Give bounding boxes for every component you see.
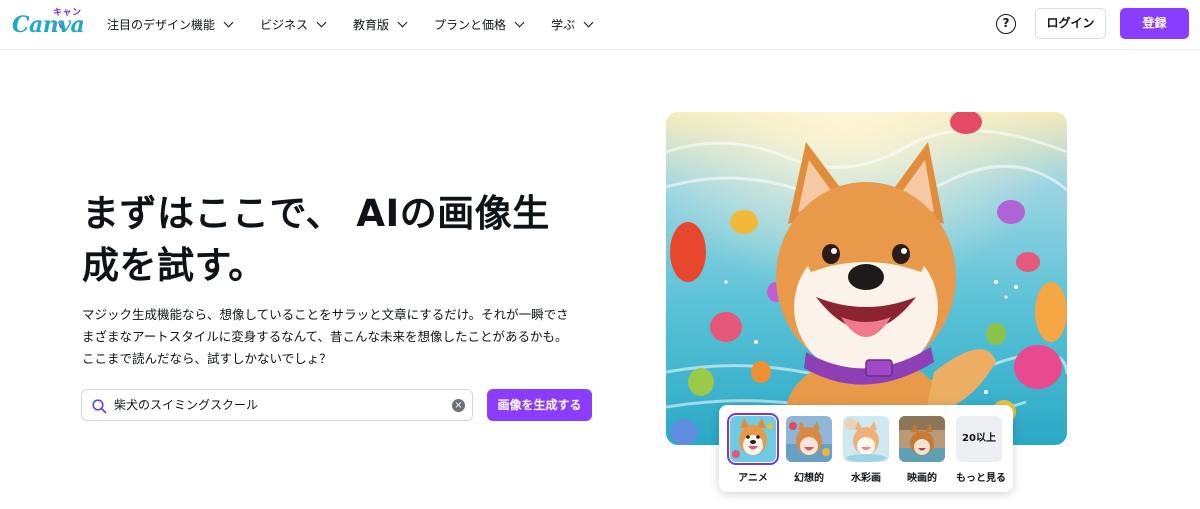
style-label: アニメ [738,473,768,484]
login-button[interactable]: ログイン [1035,8,1106,39]
generated-shiba-image [666,112,1067,445]
nav-item-learn[interactable]: 学ぶ [551,0,594,48]
main-nav: 注目のデザイン機能 ビジネス 教育版 プランと価格 学ぶ [107,0,620,48]
style-option-fantasy[interactable]: 幻想的 [786,416,832,484]
nav-item-education[interactable]: 教育版 [353,0,408,48]
description-line: ここまで読んだなら、試すしかないでしょ？ [82,351,332,366]
style-label: 映画的 [907,473,937,484]
chevron-down-icon [514,17,525,27]
nav-item-label: 注目のデザイン機能 [107,17,216,32]
style-option-more[interactable]: 20以上 もっと見る [956,416,1006,484]
help-icon[interactable]: ? [996,14,1016,34]
signup-button[interactable]: 登録 [1120,8,1189,39]
style-thumbnail [727,413,779,465]
style-picker: アニメ 幻想的 水彩画 映画的 20以上 もっと見る [719,405,1013,492]
clear-icon[interactable]: × [452,399,465,412]
more-styles-count: 20以上 [956,416,1002,462]
nav-item-featured[interactable]: 注目のデザイン機能 [107,0,234,48]
headline-line: まずはここで、 AIの画像生 [82,192,550,235]
top-nav-bar: キャンバ Canva 注目のデザイン機能 ビジネス 教育版 プランと価格 学ぶ … [0,0,1200,50]
style-label: 水彩画 [851,473,881,484]
chevron-down-icon [583,17,594,27]
style-thumbnail [899,416,945,462]
style-label: 幻想的 [794,473,824,484]
chevron-down-icon [397,17,408,27]
style-label: もっと見る [956,473,1006,484]
headline-line: 成を試す。 [82,244,266,287]
description-line: マジック生成機能なら、想像していることをサラッと文章にするだけ。それが一瞬でさ [82,307,569,322]
nav-item-label: プランと価格 [434,17,507,32]
style-option-cinematic[interactable]: 映画的 [899,416,945,484]
nav-item-label: 学ぶ [551,17,576,32]
nav-item-label: ビジネス [260,17,309,32]
chevron-down-icon [223,17,234,27]
hero-description: マジック生成機能なら、想像していることをサラッと文章にするだけ。それが一瞬でさ … [82,304,602,370]
prompt-input[interactable]: 柴犬のスイミングスクール × [81,389,473,421]
prompt-input-value: 柴犬のスイミングスクール [114,398,259,412]
magic-search-icon [92,399,107,414]
logo-wordmark: Canva [12,12,85,38]
nav-item-business[interactable]: ビジネス [260,0,327,48]
style-thumbnail [843,416,889,462]
chevron-down-icon [316,17,327,27]
generate-image-button[interactable]: 画像を生成する [487,389,592,421]
style-option-anime[interactable]: アニメ [727,413,779,484]
style-thumbnail [786,416,832,462]
hero-headline: まずはここで、 AIの画像生 成を試す。 [82,188,582,292]
nav-item-label: 教育版 [353,17,390,32]
nav-item-pricing[interactable]: プランと価格 [434,0,525,48]
style-option-watercolor[interactable]: 水彩画 [843,416,889,484]
canva-logo[interactable]: キャンバ Canva [12,4,85,44]
description-line: まざまなアートスタイルに変身するなんて、昔こんな未来を想像したことがあるかも。 [82,329,568,344]
